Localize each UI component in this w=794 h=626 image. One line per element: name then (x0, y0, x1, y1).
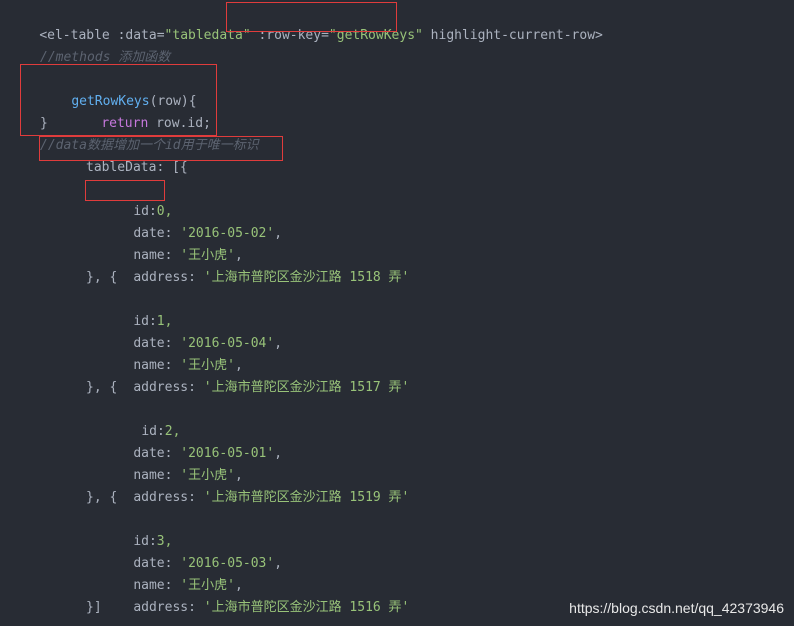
row3-address-value: '上海市普陀区金沙江路 1516 弄' (203, 600, 410, 615)
comment-methods: //methods 添加函数 (40, 50, 171, 65)
row0-address: address: '上海市普陀区金沙江路 1518 弄' (102, 245, 409, 285)
row-sep-1: }, { (86, 380, 118, 395)
row-sep-2: }, { (86, 490, 118, 505)
data-attr-value: "tabledata" (164, 28, 251, 43)
row2-address-value: '上海市普陀区金沙江路 1519 弄' (203, 490, 410, 505)
watermark: https://blog.csdn.net/qq_42373946 (569, 600, 784, 616)
row2-date: date: '2016-05-01', (102, 421, 282, 461)
row2-date-comma: , (274, 446, 283, 461)
code-line-return: return row.id; (70, 91, 211, 131)
rowkey-attr: :row-key= (250, 28, 329, 43)
highlight-attr: highlight-current-row> (422, 28, 603, 43)
comment-data: //data数据增加一个id用于唯一标识 (40, 138, 259, 153)
row3-id: id:3, (102, 509, 172, 549)
row2-name: name: '王小虎', (102, 443, 242, 483)
row0-name: name: '王小虎', (102, 223, 242, 263)
row3-address-label: address: (133, 600, 204, 615)
rowkey-attr-value: "getRowKeys" (328, 28, 423, 43)
row1-date-comma: , (274, 336, 283, 351)
row0-date-comma: , (274, 226, 283, 241)
row3-date: date: '2016-05-03', (102, 531, 282, 571)
row2-address: address: '上海市普陀区金沙江路 1519 弄' (102, 465, 409, 505)
tabledata-close: }] (86, 600, 102, 615)
row1-address-label: address: (133, 380, 204, 395)
row1-date: date: '2016-05-04', (102, 311, 282, 351)
row3-name: name: '王小虎', (102, 553, 242, 593)
code-editor: <el-table :data="tabledata" :row-key="ge… (0, 0, 794, 626)
row3-address: address: '上海市普陀区金沙江路 1516 弄' (102, 575, 409, 615)
row2-id: id:2, (110, 399, 180, 439)
code-line-fn-def: getRowKeys(row){ (40, 69, 196, 109)
row1-name: name: '王小虎', (102, 333, 242, 373)
row1-address-value: '上海市普陀区金沙江路 1517 弄' (203, 380, 410, 395)
row1-address: address: '上海市普陀区金沙江路 1517 弄' (102, 355, 409, 395)
tabledata-open: tableData: [{ (86, 160, 188, 175)
fn-close: } (40, 116, 48, 131)
row1-id: id:1, (102, 289, 172, 329)
el-table-open: <el-table :data= (39, 28, 165, 43)
row0-date: date: '2016-05-02', (102, 201, 282, 241)
return-keyword: return (101, 116, 149, 131)
row0-address-label: address: (133, 270, 204, 285)
row0-id: id:0, (102, 179, 172, 219)
return-expr: row.id; (148, 116, 211, 131)
row-sep-0: }, { (86, 270, 118, 285)
row2-address-label: address: (133, 490, 204, 505)
row3-date-comma: , (274, 556, 283, 571)
row0-address-value: '上海市普陀区金沙江路 1518 弄' (203, 270, 410, 285)
code-line-el-table: <el-table :data="tabledata" :row-key="ge… (8, 3, 603, 43)
